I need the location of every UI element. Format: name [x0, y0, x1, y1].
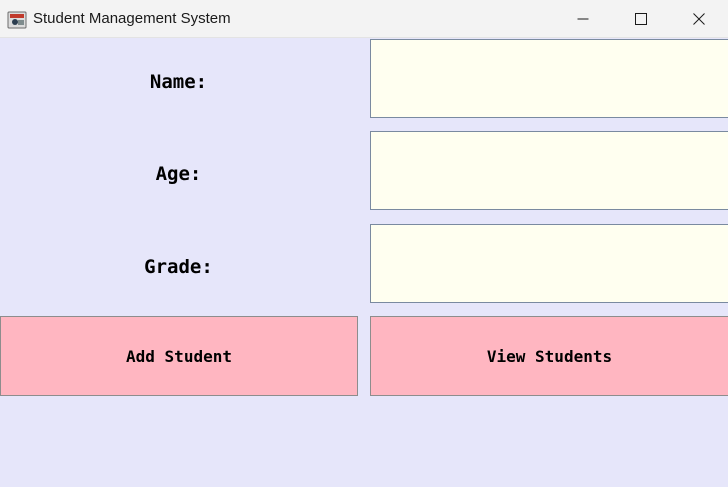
- view-students-button[interactable]: View Students: [370, 316, 728, 396]
- minimize-icon: [577, 18, 589, 20]
- close-button[interactable]: [670, 0, 728, 38]
- maximize-button[interactable]: [612, 0, 670, 38]
- minimize-button[interactable]: [554, 0, 612, 38]
- grade-field[interactable]: [370, 224, 728, 303]
- age-label: Age:: [155, 162, 202, 185]
- java-app-icon[interactable]: [7, 10, 27, 30]
- age-field[interactable]: [370, 131, 728, 210]
- window-title: Student Management System: [33, 10, 231, 27]
- maximize-icon: [635, 13, 647, 25]
- name-label: Name:: [149, 70, 208, 93]
- add-student-button[interactable]: Add Student: [0, 316, 358, 396]
- close-icon: [693, 13, 705, 25]
- grade-label: Grade:: [144, 255, 213, 278]
- title-bar: Student Management System: [0, 0, 728, 38]
- student-form: Name: Age: Grade: Add Student View Stude…: [0, 38, 728, 487]
- name-field[interactable]: [370, 39, 728, 118]
